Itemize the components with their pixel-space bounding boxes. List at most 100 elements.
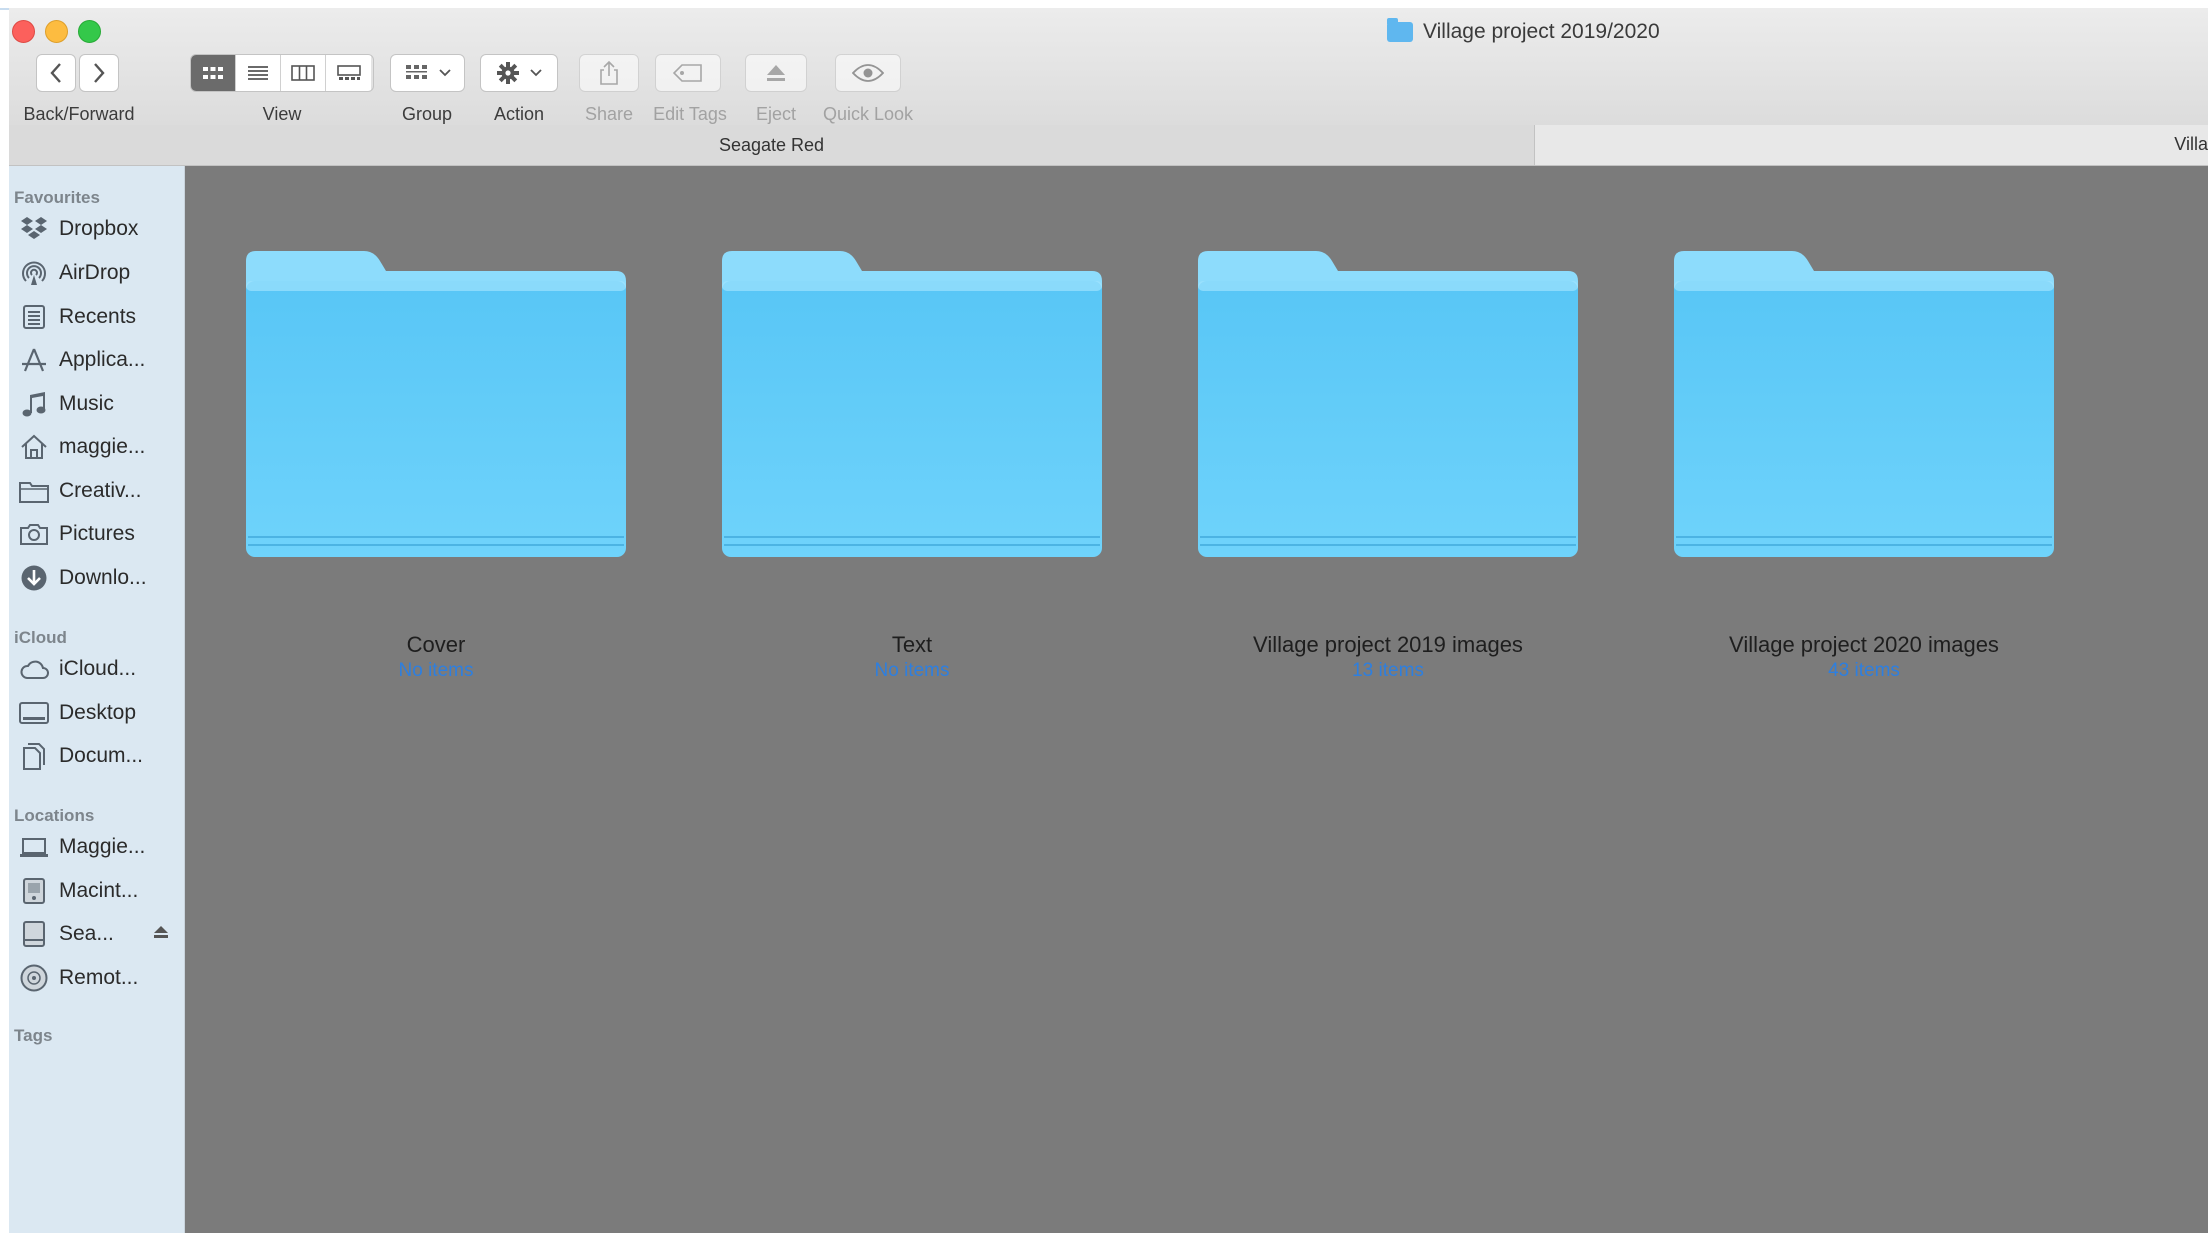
view-list-button[interactable] (236, 55, 281, 91)
eye-icon (852, 64, 884, 82)
sidebar-item-creative[interactable]: Creativ... (19, 473, 179, 509)
path-bar: Seagate Red Villa (9, 125, 2208, 166)
dropbox-icon (19, 214, 49, 244)
chevron-down-icon (530, 69, 542, 77)
close-button[interactable] (12, 20, 35, 43)
folder-name[interactable]: Cover (226, 632, 646, 658)
folder-icon (246, 251, 626, 557)
sidebar-item-remote-disc[interactable]: Remot... (19, 960, 179, 996)
chevron-left-icon (50, 63, 61, 83)
sidebar-item-airdrop[interactable]: AirDrop (19, 255, 179, 291)
zoom-button[interactable] (78, 20, 101, 43)
window-title-text: Village project 2019/2020 (1423, 20, 1660, 43)
sidebar-item-label: Music (59, 392, 114, 415)
folder-item-village-2020[interactable] (1674, 251, 2054, 557)
share-icon (600, 60, 618, 85)
share-button[interactable] (579, 54, 639, 92)
action-button[interactable] (480, 54, 558, 92)
eject-icon[interactable] (153, 925, 169, 944)
action-label: Action (493, 104, 545, 124)
sidebar-heading-icloud: iCloud (14, 628, 67, 647)
group-label: Group (401, 104, 453, 124)
recents-icon (19, 302, 49, 332)
cloud-icon (19, 654, 49, 684)
list-view-icon (248, 66, 268, 80)
music-icon (19, 389, 49, 419)
eject-button[interactable] (745, 54, 807, 92)
quick-look-label: Quick Look (822, 104, 914, 124)
folder-name[interactable]: Text (702, 632, 1122, 658)
sidebar-heading-locations: Locations (14, 806, 95, 825)
sidebar-item-maggie-computer[interactable]: Maggie... (19, 829, 179, 865)
folder-item-village-2019[interactable] (1198, 251, 1578, 557)
folder-icon (1387, 18, 1413, 42)
sidebar-item-label: Applica... (59, 348, 146, 371)
sidebar-item-label: AirDrop (59, 261, 131, 284)
chevron-right-icon (94, 63, 105, 83)
sidebar-item-label: Creativ... (59, 479, 142, 502)
sidebar-item-documents[interactable]: Docum... (19, 738, 179, 774)
sidebar-item-icloud-drive[interactable]: iCloud... (19, 651, 179, 687)
path-segment-seagate[interactable]: Seagate Red (9, 125, 1535, 165)
gallery-view-icon (336, 65, 361, 80)
sidebar: Favourites Dropbox AirDrop Recents Appli… (9, 166, 185, 1233)
sidebar-heading-tags: Tags (14, 1026, 53, 1045)
path-segment-label: Villa (2174, 134, 2208, 154)
download-icon (19, 563, 49, 593)
sidebar-item-home[interactable]: maggie... (19, 429, 179, 465)
group-icon (405, 65, 427, 79)
sidebar-item-label: Recents (59, 305, 137, 328)
back-button[interactable] (36, 54, 76, 92)
edit-tags-label: Edit Tags (653, 104, 727, 124)
home-icon (19, 432, 49, 462)
view-icons-button[interactable] (191, 55, 236, 91)
sidebar-item-label: Desktop (59, 701, 137, 724)
minimize-button[interactable] (45, 20, 68, 43)
quick-look-button[interactable] (835, 54, 901, 92)
desktop-icon (19, 698, 49, 728)
sidebar-item-applications[interactable]: Applica... (19, 342, 179, 378)
sidebar-item-desktop[interactable]: Desktop (19, 695, 179, 731)
applications-icon (19, 345, 49, 375)
folder-name[interactable]: Village project 2020 images (1654, 632, 2074, 658)
sidebar-item-label: Downlo... (59, 566, 147, 589)
laptop-icon (19, 832, 49, 862)
view-columns-button[interactable] (281, 55, 326, 91)
folder-item-text[interactable] (722, 251, 1102, 557)
forward-button[interactable] (79, 54, 119, 92)
sidebar-heading-favourites: Favourites (14, 188, 100, 207)
folder-content-area: Cover No items Text No items Village pro… (185, 166, 2208, 1233)
folder-icon (722, 251, 1102, 557)
disc-icon (19, 963, 49, 993)
sidebar-item-seagate[interactable]: Sea... (19, 916, 179, 952)
sidebar-item-label: Dropbox (59, 217, 139, 240)
folder-icon (1198, 251, 1578, 557)
sidebar-item-recents[interactable]: Recents (19, 299, 179, 335)
view-segmented-control (190, 54, 374, 92)
sidebar-item-label: Remot... (59, 966, 139, 989)
edit-tags-button[interactable] (655, 54, 721, 92)
folder-name[interactable]: Village project 2019 images (1178, 632, 1598, 658)
hard-drive-icon (19, 876, 49, 906)
view-gallery-button[interactable] (326, 55, 371, 91)
share-label: Share (584, 104, 634, 124)
sidebar-item-label: Macint... (59, 879, 139, 902)
group-button[interactable] (390, 54, 465, 92)
airdrop-icon (19, 258, 49, 288)
folder-item-count: 13 items (1352, 660, 1424, 681)
sidebar-item-downloads[interactable]: Downlo... (19, 560, 179, 596)
path-segment-label: Seagate Red (718, 134, 825, 155)
external-drive-icon (19, 919, 49, 949)
path-segment-village[interactable]: Villa (1535, 125, 2208, 165)
sidebar-item-pictures[interactable]: Pictures (19, 516, 179, 552)
toolbar: Village project 2019/2020 Back/Forward V… (9, 8, 2208, 126)
sidebar-item-dropbox[interactable]: Dropbox (19, 211, 179, 247)
sidebar-item-label: iCloud... (59, 657, 137, 680)
sidebar-item-music[interactable]: Music (19, 386, 179, 422)
folder-item-cover[interactable] (246, 251, 626, 557)
finder-window: Village project 2019/2020 Back/Forward V… (9, 8, 2208, 1233)
camera-icon (19, 519, 49, 549)
sidebar-item-macintosh-hd[interactable]: Macint... (19, 873, 179, 909)
sidebar-item-label: Pictures (59, 522, 135, 545)
folder-icon (19, 476, 49, 506)
